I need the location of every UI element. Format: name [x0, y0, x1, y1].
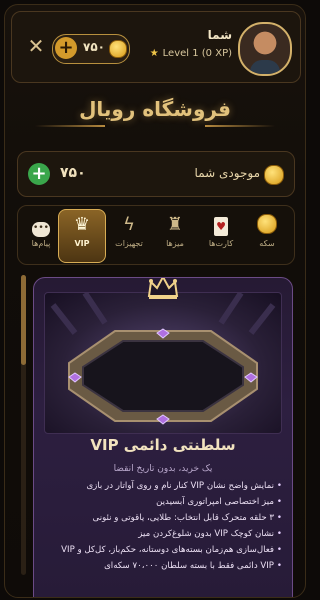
- tab-cards[interactable]: ♥ کارت‌ها: [198, 210, 244, 260]
- feature-item: نشان کوچک VIP بدون شلوغ‌کردن میز: [46, 528, 282, 541]
- avatar[interactable]: [238, 22, 292, 76]
- balance-label: موجودی شما: [194, 166, 260, 180]
- tab-label: کارت‌ها: [208, 239, 234, 248]
- user-name: شما: [207, 28, 232, 42]
- coin-icon: [256, 214, 278, 236]
- feature-item: VIP دائمی فقط با بسته سلطان ۷۰،۰۰۰ سکه‌ا…: [46, 560, 282, 573]
- title-ornament-right: [205, 125, 275, 127]
- add-coins-button[interactable]: +: [55, 37, 77, 59]
- balance-value: ۷۵۰: [60, 165, 86, 181]
- tab-tables[interactable]: ♜ میزها: [152, 210, 198, 260]
- coin-balance-value: ۷۵۰: [83, 40, 105, 54]
- tab-label: تجهیزات: [115, 239, 143, 248]
- scrollbar-thumb[interactable]: [21, 275, 26, 365]
- app-frame: ✕ + ۷۵۰ شما ★ Level 1 (0 XP) فروشگاه رویا…: [4, 4, 306, 598]
- category-tabs: سکه ♥ کارت‌ها ♜ میزها ϟ تجهیزات ♛ VIP ••…: [17, 205, 295, 265]
- lightning-icon: ϟ: [123, 214, 135, 235]
- balance-bar: + ۷۵۰ موجودی شما: [17, 151, 295, 197]
- feature-item: میز اختصاصی امپراتوری آبسیدین: [46, 496, 282, 509]
- coin-icon: [109, 40, 127, 58]
- crown-icon: [146, 278, 180, 300]
- feature-item: ۳ حلقه متحرک قابل انتخاب: طلایی، یاقوتی …: [46, 512, 282, 525]
- vip-product-card[interactable]: VIP سلطنتی دائمی یک خرید، بدون تاریخ انق…: [33, 277, 293, 597]
- tab-coins[interactable]: سکه: [244, 210, 290, 260]
- user-level: ★ Level 1 (0 XP): [150, 48, 232, 59]
- coin-balance-pill[interactable]: + ۷۵۰: [52, 34, 130, 64]
- star-icon: ★: [149, 48, 159, 59]
- chat-icon: •••: [30, 214, 52, 237]
- tab-vip[interactable]: ♛ VIP: [58, 209, 106, 263]
- feature-item: فعال‌سازی هم‌زمان بسته‌های دوستانه، حکم‌…: [46, 544, 282, 557]
- cards-icon: ♥: [210, 214, 232, 236]
- page-title: فروشگاه رویال: [79, 97, 231, 121]
- top-bar: ✕ + ۷۵۰ شما ★ Level 1 (0 XP): [11, 11, 301, 83]
- vip-table-image: [44, 292, 282, 434]
- tab-label: میزها: [166, 239, 184, 248]
- table-icon: ♜: [166, 214, 184, 235]
- close-icon: ✕: [27, 34, 45, 58]
- product-title: VIP سلطنتی دائمی: [90, 436, 236, 454]
- coin-icon: [264, 165, 284, 185]
- tab-label: پیام‌ها: [31, 239, 51, 248]
- tab-equipment[interactable]: ϟ تجهیزات: [106, 210, 152, 260]
- product-subtitle: یک خرید، بدون تاریخ انقضا: [113, 464, 213, 474]
- feature-list: نمایش واضح نشان VIP کنار نام و روی آواتا…: [46, 480, 282, 576]
- tab-messages[interactable]: ••• پیام‌ها: [18, 210, 64, 260]
- title-ornament-left: [35, 125, 105, 127]
- obsidian-table-illustration: [50, 293, 276, 425]
- add-balance-button[interactable]: +: [28, 163, 50, 185]
- crown-icon: ♛: [73, 214, 91, 235]
- tab-label: VIP: [74, 239, 90, 248]
- close-button[interactable]: ✕: [24, 34, 48, 58]
- scrollbar[interactable]: [21, 275, 26, 575]
- store-title-banner: فروشگاه رویال: [5, 89, 305, 141]
- feature-item: نمایش واضح نشان VIP کنار نام و روی آواتا…: [46, 480, 282, 493]
- user-level-text: Level 1 (0 XP): [162, 48, 232, 59]
- tab-label: سکه: [259, 239, 275, 248]
